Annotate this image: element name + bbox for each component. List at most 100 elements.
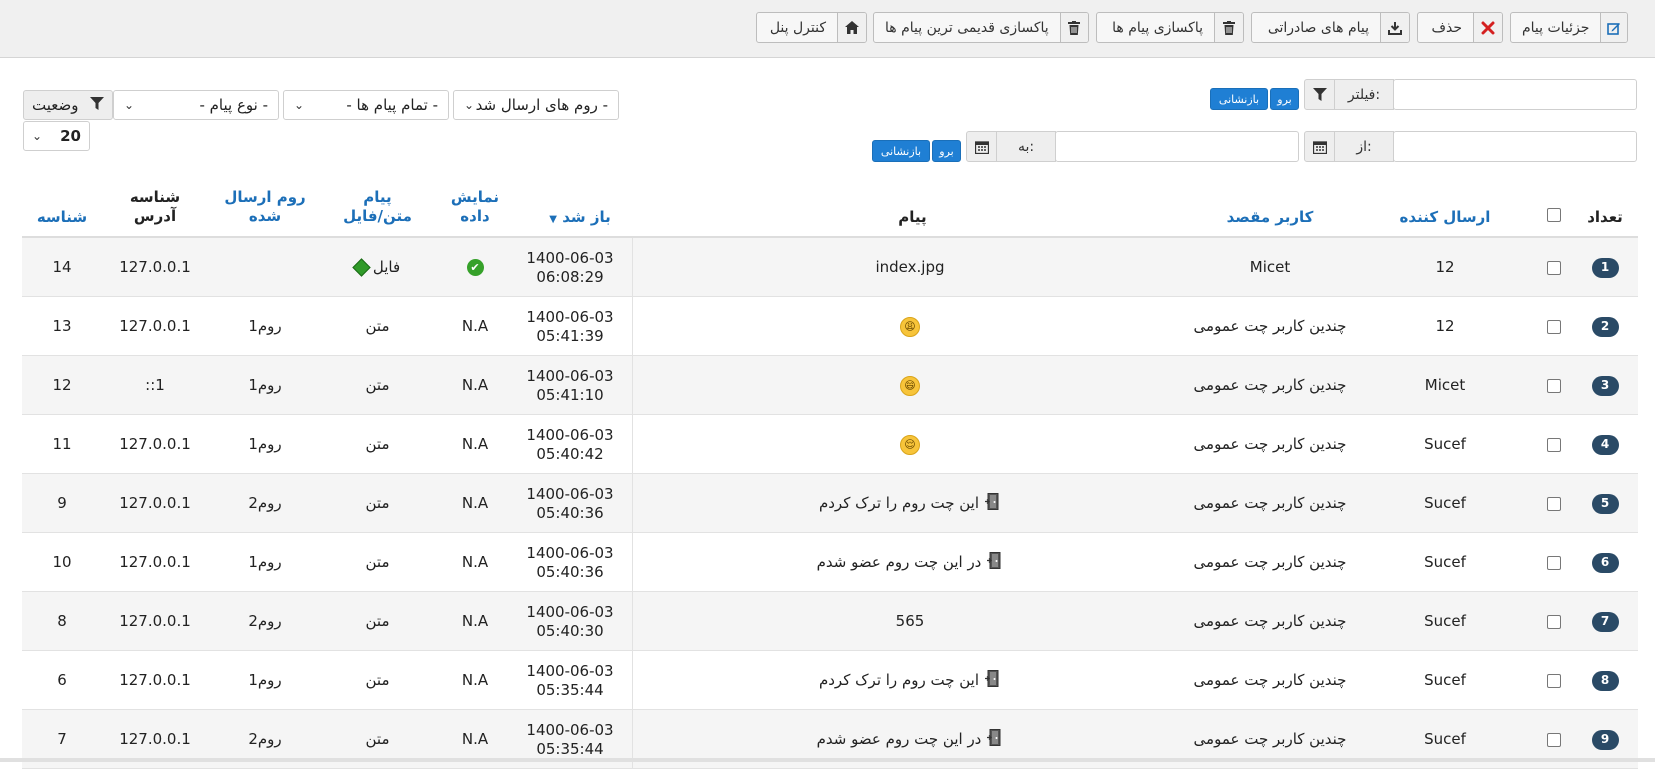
select-all-checkbox[interactable] [1540, 208, 1568, 222]
control-panel-button[interactable]: کنترل پنل [756, 12, 867, 43]
shown-text: N.A [461, 612, 489, 630]
address-text: 127.0.0.1 [119, 258, 191, 276]
delete-label: حذف [1431, 19, 1462, 36]
seen-time: 05:40:36 [536, 503, 604, 522]
msg-type-cell: متن [330, 533, 425, 592]
tired-emoji: 😩 [900, 316, 920, 337]
target-text: چندین کاربر چت عمومی [1193, 317, 1347, 335]
seen-time: 05:40:30 [536, 621, 604, 640]
filter-go-button[interactable]: برو [1270, 88, 1299, 110]
row-checkbox[interactable] [1547, 673, 1561, 688]
col-shown-header[interactable]: نمایش داده [435, 188, 515, 226]
id-cell: 8 [22, 592, 102, 651]
target-text: چندین کاربر چت عمومی [1193, 553, 1347, 571]
relieved-emoji: 😌 [900, 434, 920, 455]
export-messages-button[interactable]: پیام های صادراتی [1251, 12, 1410, 43]
calendar-icon[interactable] [1305, 132, 1335, 161]
home-icon [837, 13, 866, 42]
col-sender-header[interactable]: ارسال کننده [1380, 208, 1510, 227]
calendar-icon[interactable] [967, 132, 997, 161]
date-divider [632, 415, 633, 474]
row-number-badge: 6 [1591, 552, 1619, 573]
id-cell: 13 [22, 297, 102, 356]
col-room-header[interactable]: روم ارسال شده [210, 188, 320, 226]
target-cell: چندین کاربر چت عمومی [1170, 297, 1370, 356]
grin-emoji: 😄 [900, 375, 920, 396]
purge-oldest-button[interactable]: پاکسازی قدیمی ترین پیام ها [873, 12, 1089, 43]
address-cell: 127.0.0.1 [110, 592, 200, 651]
table-row: 3 Micet چندین کاربر چت عمومی 😄 1400-06-03 05:… [22, 356, 1638, 415]
address-text: 127.0.0.1 [119, 494, 191, 512]
col-room-line2: شده [248, 207, 282, 225]
sender-text: Micet [1424, 376, 1466, 394]
row-checkbox[interactable] [1547, 496, 1561, 511]
msg-type-cell: متن [330, 356, 425, 415]
seen-date: 1400-06-03 [526, 543, 614, 562]
date-from-label: از: [1356, 138, 1372, 155]
row-checkbox-cell [1540, 415, 1568, 474]
row-number-cell: 2 [1585, 297, 1625, 356]
target-text: چندین کاربر چت عمومی [1193, 730, 1347, 748]
filter-search-input[interactable] [1393, 79, 1637, 110]
address-cell: 127.0.0.1 [110, 651, 200, 710]
target-text: چندین کاربر چت عمومی [1193, 671, 1347, 689]
sort-desc-icon: ▼ [549, 214, 557, 225]
col-seen-header[interactable]: ▼ باز شد [530, 208, 630, 229]
chevron-down-icon: ⌄ [32, 129, 43, 143]
col-msgtype-line1: پیام [363, 188, 392, 206]
status-filter-button[interactable]: وضعیت [23, 90, 113, 120]
row-checkbox[interactable] [1547, 732, 1561, 747]
purge-messages-button[interactable]: پاکسازی پیام ها [1096, 12, 1244, 43]
message-cell: این چت روم را ترک کردم [700, 651, 1120, 710]
purge-messages-label: پاکسازی پیام ها [1112, 19, 1203, 36]
room-cell: روم2 [210, 474, 320, 533]
scroll-edge [0, 758, 1655, 762]
filter-reset-button[interactable]: بازنشانی [1210, 88, 1268, 110]
id-text: 7 [57, 730, 67, 748]
message-details-button[interactable]: جزئیات پیام [1510, 12, 1628, 43]
page-size-select[interactable]: ⌄ 20 [23, 121, 90, 151]
row-checkbox[interactable] [1547, 614, 1561, 629]
row-checkbox[interactable] [1547, 378, 1561, 393]
col-id-header[interactable]: شناسه [22, 208, 102, 227]
id-cell: 14 [22, 238, 102, 297]
col-seen-label: باز شد [562, 208, 611, 226]
address-text: ::1 [145, 376, 165, 394]
id-cell: 12 [22, 356, 102, 415]
table-row: 7 Sucef چندین کاربر چت عمومی 565 1400-06-03 0… [22, 592, 1638, 651]
msg-type-text: متن [365, 435, 390, 453]
table-row: 6 Sucef چندین کاربر چت عمومی در این چت روم … [22, 533, 1638, 592]
download-icon [1380, 13, 1409, 42]
delete-button[interactable]: حذف [1417, 12, 1503, 43]
row-number-cell: 4 [1585, 415, 1625, 474]
message-cell: index.jpg [700, 238, 1120, 297]
type-select[interactable]: - نوع پیام - ⌄ [113, 90, 279, 120]
shown-text: N.A [461, 376, 489, 394]
date-go-button[interactable]: برو [932, 140, 961, 162]
col-msgtype-line2: متن/فایل [343, 207, 412, 225]
rooms-select[interactable]: - روم های ارسال شد ⌄ [453, 90, 619, 120]
sender-text: Sucef [1424, 730, 1466, 748]
col-msgtype-header[interactable]: پیام متن/فایل [330, 188, 425, 226]
message-details-label: جزئیات پیام [1522, 19, 1590, 36]
date-reset-button[interactable]: بازنشانی [872, 140, 930, 162]
date-to-input[interactable] [1055, 131, 1299, 162]
messages-select[interactable]: - تمام پیام ها - ⌄ [283, 90, 449, 120]
col-shown-line1: نمایش [450, 188, 500, 206]
seen-date: 1400-06-03 [526, 307, 614, 326]
chevron-down-icon: ⌄ [124, 98, 135, 112]
date-from-input[interactable] [1393, 131, 1637, 162]
table-row: 5 Sucef چندین کاربر چت عمومی این چت روم را … [22, 474, 1638, 533]
chevron-down-icon: ⌄ [464, 98, 475, 112]
purge-oldest-label: پاکسازی قدیمی ترین پیام ها [885, 19, 1049, 36]
col-target-header[interactable]: کاربر مقصد [1170, 208, 1370, 227]
filter-label-addon: فیلتر: [1304, 79, 1394, 110]
sender-cell: Micet [1380, 356, 1510, 415]
sender-cell: 12 [1380, 238, 1510, 297]
row-checkbox[interactable] [1547, 260, 1561, 275]
target-text: چندین کاربر چت عمومی [1193, 612, 1347, 630]
sender-cell: Sucef [1380, 592, 1510, 651]
row-checkbox[interactable] [1547, 319, 1561, 334]
row-checkbox[interactable] [1547, 437, 1561, 452]
row-checkbox[interactable] [1547, 555, 1561, 570]
